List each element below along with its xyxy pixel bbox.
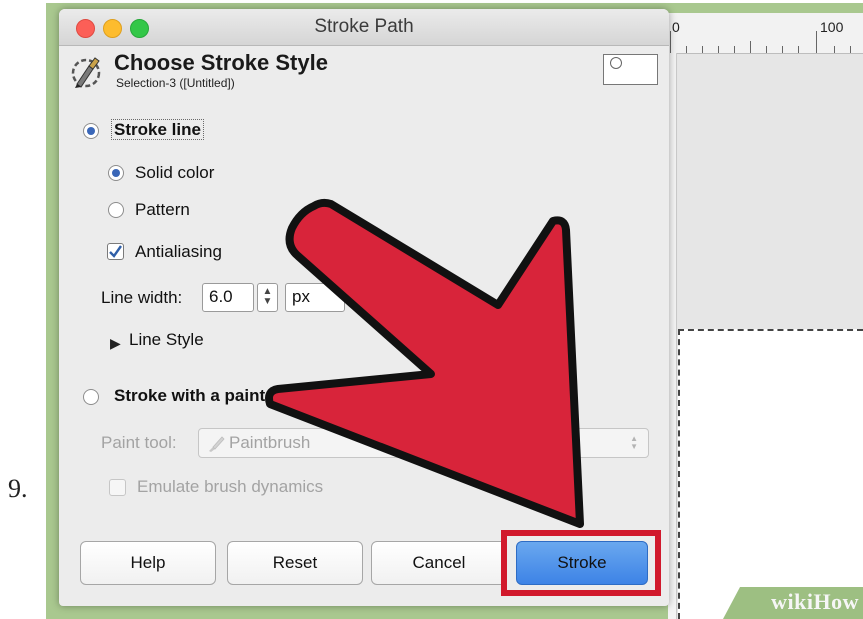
stroke-path-icon [71, 57, 101, 88]
emulate-brush-dynamics-checkbox[interactable] [109, 479, 126, 496]
line-width-stepper[interactable]: ▲ ▼ [257, 283, 278, 312]
image-canvas[interactable] [678, 329, 863, 619]
dialog-subheading: Selection-3 ([Untitled]) [116, 76, 235, 90]
line-style-expander[interactable]: Line Style [129, 330, 204, 350]
pattern-label[interactable]: Pattern [135, 200, 190, 220]
preview-thumbnail-icon [603, 54, 658, 85]
pattern-radio[interactable] [108, 202, 124, 218]
dialog-heading: Choose Stroke Style [114, 50, 328, 75]
emulate-brush-dynamics-label[interactable]: Emulate brush dynamics [137, 477, 323, 497]
checkmark-icon [109, 245, 122, 258]
disclosure-triangle-icon[interactable]: ▶ [110, 335, 121, 352]
paint-tool-label: Paint tool: [101, 433, 177, 452]
stroke-with-paint-tool-label[interactable]: Stroke with a paint [114, 386, 265, 406]
stroke-with-paint-tool-radio[interactable] [83, 389, 99, 405]
stroke-button-highlight [501, 530, 661, 596]
window-title: Stroke Path [314, 16, 414, 37]
select-arrows-icon: ▲ ▼ [630, 434, 638, 451]
paint-tool-value: Paintbrush [229, 433, 311, 452]
paint-tool-select[interactable]: Paintbrush ▲ ▼ [198, 428, 649, 458]
antialiasing-checkbox[interactable] [107, 243, 124, 260]
line-width-input[interactable]: 6.0 [202, 283, 254, 312]
horizontal-ruler: 0 100 [668, 13, 863, 54]
title-bar: Stroke Path [59, 9, 669, 46]
stroke-line-label[interactable]: Stroke line [111, 119, 204, 140]
antialiasing-label[interactable]: Antialiasing [135, 242, 222, 262]
vertical-ruler [668, 53, 677, 619]
step-number: 9. [8, 474, 28, 503]
stroke-path-dialog: Stroke Path Choose Stroke Style Selectio… [59, 9, 669, 606]
wikihow-watermark: wikiHow [771, 589, 859, 614]
line-width-unit-select[interactable]: px [285, 283, 345, 312]
paintbrush-icon [209, 436, 225, 452]
line-width-label: Line width: [101, 288, 183, 307]
stroke-line-radio[interactable] [83, 123, 99, 139]
ruler-label-0: 0 [672, 19, 680, 35]
solid-color-radio[interactable] [108, 165, 124, 181]
solid-color-label[interactable]: Solid color [135, 163, 214, 183]
stepper-down-icon: ▼ [262, 296, 273, 307]
reset-button[interactable]: Reset [227, 541, 363, 585]
help-button[interactable]: Help [80, 541, 216, 585]
ruler-label-100: 100 [820, 19, 844, 35]
cancel-button[interactable]: Cancel [371, 541, 507, 585]
